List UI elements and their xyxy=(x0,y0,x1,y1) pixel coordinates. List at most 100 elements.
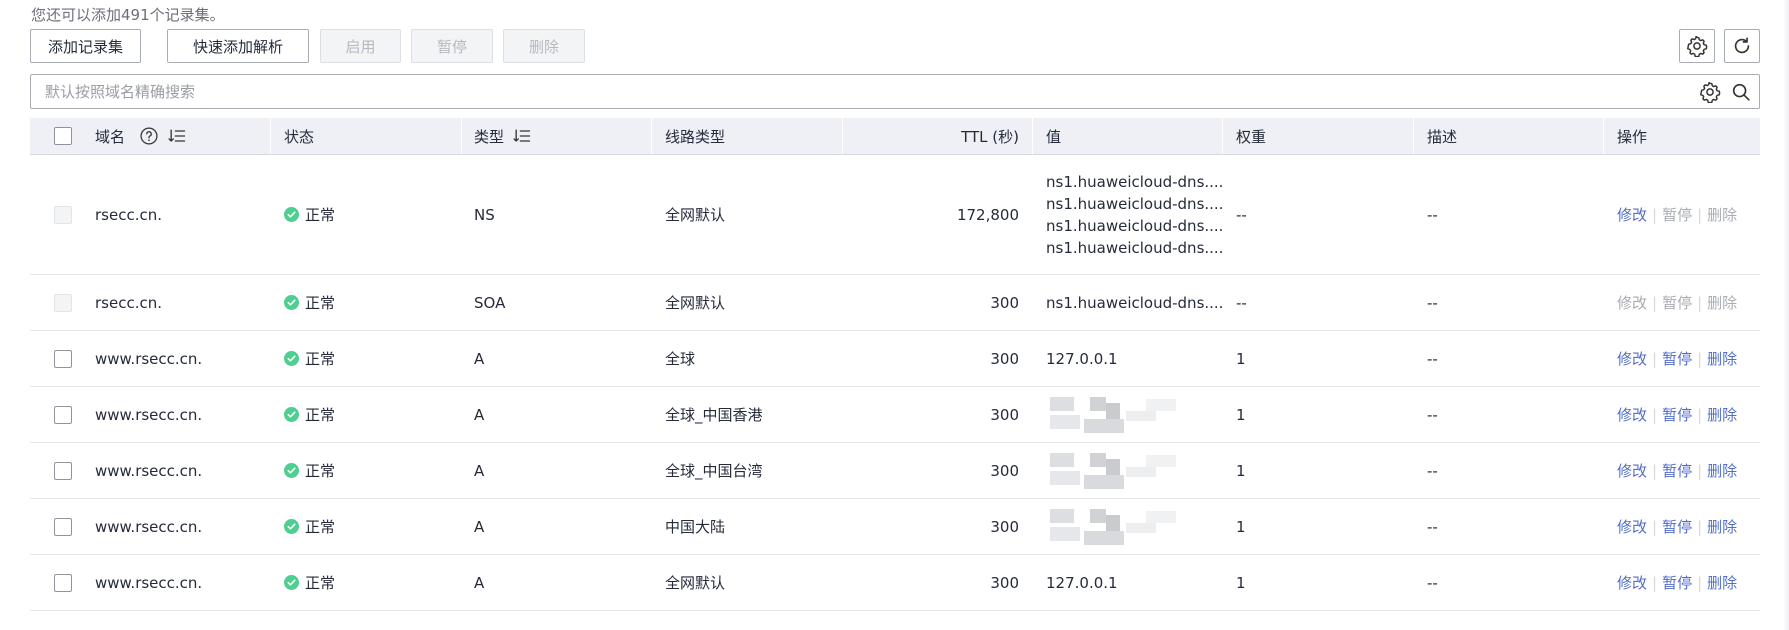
check-circle-icon xyxy=(284,207,299,222)
row-checkbox[interactable] xyxy=(54,349,72,368)
record-weight: 1 xyxy=(1236,517,1246,536)
select-all-cell xyxy=(54,118,72,154)
record-value: ns1.huaweicloud-dns.... xyxy=(1046,293,1224,312)
status-text: 正常 xyxy=(305,574,336,592)
ttl-value: 300 xyxy=(990,349,1019,368)
status-text: 正常 xyxy=(305,350,336,368)
search-settings-gear-icon[interactable] xyxy=(1699,81,1721,103)
delete-link: 删除 xyxy=(1707,294,1738,312)
status-cell: 正常 xyxy=(284,331,335,386)
delete-link[interactable]: 删除 xyxy=(1707,516,1737,537)
record-value: 127.0.0.1 xyxy=(1046,349,1118,368)
row-select-cell xyxy=(54,387,72,442)
status-text: 正常 xyxy=(305,206,336,224)
op-separator: | xyxy=(1652,517,1658,536)
row-select-cell xyxy=(54,443,72,498)
record-value: ns1.huaweicloud-dns.... xyxy=(1046,194,1224,213)
pause-button[interactable]: 暂停 xyxy=(411,29,493,63)
help-circle-icon[interactable] xyxy=(139,126,159,146)
delete-button[interactable]: 删除 xyxy=(503,29,585,63)
record-weight: 1 xyxy=(1236,461,1246,480)
op-separator: | xyxy=(1652,349,1658,368)
col-name: 域名 xyxy=(95,118,187,154)
column-settings-button[interactable] xyxy=(1679,29,1715,63)
sort-icon[interactable] xyxy=(512,126,532,146)
table-row: rsecc.cn. 正常 SOA 全网默认 300 ns1.huaweicloud-dns… xyxy=(30,275,1760,331)
record-value: ns1.huaweicloud-dns.... xyxy=(1046,216,1224,235)
enable-button[interactable]: 启用 xyxy=(320,29,401,63)
pause-link[interactable]: 暂停 xyxy=(1662,348,1692,369)
check-circle-icon xyxy=(284,575,299,590)
redacted-value xyxy=(1046,449,1196,491)
select-all-checkbox[interactable] xyxy=(54,127,72,145)
delete-link[interactable]: 删除 xyxy=(1707,460,1737,481)
pause-link[interactable]: 暂停 xyxy=(1662,404,1692,425)
line-type: 全球 xyxy=(665,350,696,368)
add-record-set-button[interactable]: 添加记录集 xyxy=(30,29,141,63)
edit-link[interactable]: 修改 xyxy=(1617,572,1647,593)
search-box xyxy=(30,74,1760,109)
table-row: www.rsecc.cn. 正常 A 全网默认 300 127.0.0.1 1 -- 修改 | 暂停… xyxy=(30,555,1760,611)
status-cell: 正常 xyxy=(284,387,335,442)
pause-link[interactable]: 暂停 xyxy=(1662,516,1692,537)
status-cell: 正常 xyxy=(284,275,335,330)
operations-cell: 修改 | 暂停 | 删除 xyxy=(1617,499,1737,554)
record-type: A xyxy=(474,349,485,368)
table-row: rsecc.cn. 正常 NS 全网默认 172,800 ns1.huaweicloud-… xyxy=(30,155,1760,275)
row-checkbox[interactable] xyxy=(54,517,72,536)
edit-link[interactable]: 修改 xyxy=(1617,460,1647,481)
delete-link[interactable]: 删除 xyxy=(1707,348,1737,369)
edit-link[interactable]: 修改 xyxy=(1617,204,1647,225)
row-select-cell xyxy=(54,331,72,386)
record-type: A xyxy=(474,517,485,536)
op-separator: | xyxy=(1697,205,1703,224)
row-checkbox xyxy=(54,293,72,312)
record-description: -- xyxy=(1427,349,1438,368)
record-value: ns1.huaweicloud-dns.... xyxy=(1046,172,1224,191)
record-value: 127.0.0.1 xyxy=(1046,573,1118,592)
edit-link[interactable]: 修改 xyxy=(1617,516,1647,537)
op-separator: | xyxy=(1697,517,1703,536)
check-circle-icon xyxy=(284,407,299,422)
redacted-value xyxy=(1046,505,1196,547)
record-value-cell: 127.0.0.1 xyxy=(1046,555,1118,610)
refresh-button[interactable] xyxy=(1724,29,1760,63)
record-type: A xyxy=(474,461,485,480)
table-row: www.rsecc.cn. 正常 A 全球 300 127.0.0.1 1 -- 修改 | 暂停 | 删… xyxy=(30,331,1760,387)
table-row: www.rsecc.cn. 正常 A 全球_中国台湾 300 1 -- 修改 | 暂停 | 删除 xyxy=(30,443,1760,499)
search-input[interactable] xyxy=(31,75,1691,108)
record-name: www.rsecc.cn. xyxy=(95,461,203,480)
pause-link[interactable]: 暂停 xyxy=(1662,572,1692,593)
ttl-value: 300 xyxy=(990,517,1019,536)
record-weight: -- xyxy=(1236,293,1247,312)
quick-add-resolution-button[interactable]: 快速添加解析 xyxy=(167,29,309,63)
record-name: www.rsecc.cn. xyxy=(95,349,203,368)
edit-link[interactable]: 修改 xyxy=(1617,404,1647,425)
record-value: ns1.huaweicloud-dns.... xyxy=(1046,238,1224,257)
record-weight: 1 xyxy=(1236,573,1246,592)
row-checkbox[interactable] xyxy=(54,573,72,592)
delete-link[interactable]: 删除 xyxy=(1707,572,1737,593)
record-type: NS xyxy=(474,205,495,224)
status-text: 正常 xyxy=(305,518,336,536)
line-type: 中国大陆 xyxy=(665,518,726,536)
delete-link[interactable]: 删除 xyxy=(1707,404,1737,425)
edit-link[interactable]: 修改 xyxy=(1617,348,1647,369)
status-cell: 正常 xyxy=(284,155,335,274)
operations-cell: 修改 | 暂停 | 删除 xyxy=(1617,155,1737,274)
row-checkbox[interactable] xyxy=(54,461,72,480)
sort-icon[interactable] xyxy=(167,126,187,146)
pause-link[interactable]: 暂停 xyxy=(1662,460,1692,481)
status-cell: 正常 xyxy=(284,555,335,610)
table-row: www.rsecc.cn. 正常 A 全球_中国香港 300 1 -- 修改 | 暂停 | 删除 xyxy=(30,387,1760,443)
op-separator: | xyxy=(1697,349,1703,368)
record-type: A xyxy=(474,405,485,424)
row-select-cell xyxy=(54,555,72,610)
col-description: 描述 xyxy=(1427,127,1458,146)
row-checkbox[interactable] xyxy=(54,405,72,424)
search-icon[interactable] xyxy=(1730,81,1752,103)
record-weight: 1 xyxy=(1236,405,1246,424)
operations-cell: 修改 | 暂停 | 删除 xyxy=(1617,555,1737,610)
record-value-cell: ns1.huaweicloud-dns.... xyxy=(1046,275,1223,330)
op-separator: | xyxy=(1697,405,1703,424)
